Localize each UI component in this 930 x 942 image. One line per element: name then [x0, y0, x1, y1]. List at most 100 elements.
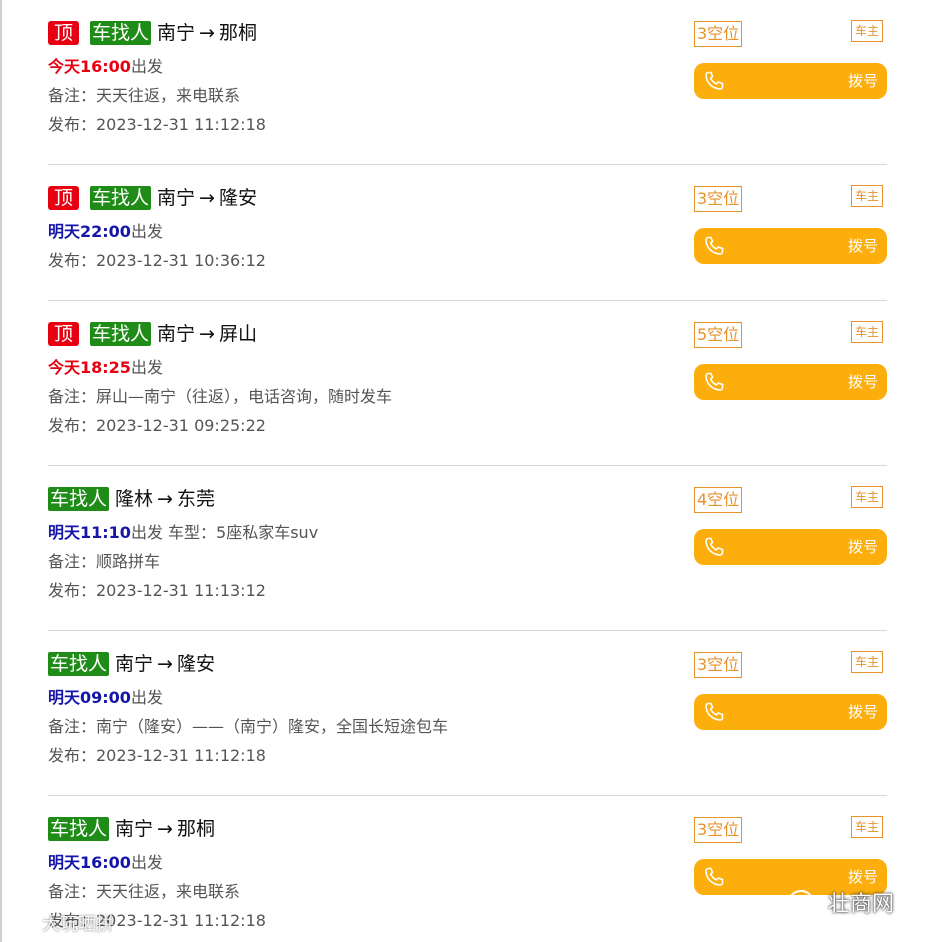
seats-badge: 3空位 [694, 652, 743, 678]
wechat-watermark-text: 壮商网 [828, 892, 895, 917]
seats-badge: 3空位 [694, 186, 743, 212]
departure-line: 明天11:10出发 车型：5座私家车suv [48, 523, 318, 543]
listing-item[interactable]: 顶 车找人 南宁 → 那桐 今天16:00出发 备注：天天往返，来电联系 发布：20… [0, 0, 930, 165]
listing-item[interactable]: 顶 车找人 南宁 → 屏山 今天18:25出发 备注：屏山—南宁（往返），电话咨询，… [0, 301, 930, 466]
route[interactable]: 南宁 → 隆安 [115, 652, 215, 676]
route[interactable]: 南宁 → 屏山 [157, 322, 257, 346]
role-badge: 车主 [851, 321, 884, 343]
route-destination: 东莞 [176, 488, 215, 510]
phone-icon [705, 236, 724, 255]
dial-button[interactable]: 拨号 [694, 529, 887, 565]
dial-button-label: 拨号 [847, 868, 878, 886]
dial-button-label: 拨号 [847, 373, 878, 391]
departure-suffix: 出发 [130, 358, 163, 377]
departure-suffix: 出发 [130, 853, 163, 872]
dial-button-label: 拨号 [847, 237, 878, 255]
role-badge: 车主 [851, 20, 884, 42]
pinned-badge: 顶 [48, 186, 80, 210]
carpool-listing-page: 顶 车找人 南宁 → 那桐 今天16:00出发 备注：天天往返，来电联系 发布：20… [0, 0, 930, 942]
departure-time: 明天09:00 [48, 688, 131, 707]
listing-item[interactable]: 车找人 隆林 → 东莞 明天11:10出发 车型：5座私家车suv 备注：顺路拼车 … [0, 466, 930, 631]
departure-suffix: 出发 [130, 688, 163, 707]
weibo-watermark-text: 大玩晒拼 [42, 914, 114, 935]
listing-type-badge: 车找人 [90, 186, 152, 210]
seats-badge: 4空位 [694, 487, 743, 513]
role-badge: 车主 [851, 185, 884, 207]
departure-suffix: 出发 [130, 222, 163, 241]
listing-type-badge: 车找人 [48, 487, 110, 511]
departure-line: 明天22:00出发 [48, 222, 163, 242]
route-origin: 南宁 [157, 323, 196, 345]
route[interactable]: 南宁 → 那桐 [115, 817, 215, 841]
listing-note: 备注：天天往返，来电联系 [48, 882, 241, 901]
departure-line: 明天09:00出发 [48, 688, 163, 708]
pinned-badge: 顶 [48, 322, 80, 346]
listing-note: 备注：顺路拼车 [48, 552, 161, 571]
listing-type-badge: 车找人 [90, 21, 152, 45]
dial-button[interactable]: 拨号 [694, 63, 887, 99]
route-origin: 南宁 [157, 22, 196, 44]
departure-line: 明天16:00出发 [48, 853, 163, 873]
listing-type-badge: 车找人 [48, 652, 110, 676]
dial-button[interactable]: 拨号 [694, 228, 887, 264]
phone-icon [705, 702, 724, 721]
dial-button[interactable]: 拨号 [694, 694, 887, 730]
arrow-right-icon: → [157, 653, 173, 675]
route[interactable]: 南宁 → 隆安 [157, 186, 257, 210]
listing-item[interactable]: 车找人 南宁 → 隆安 明天09:00出发 备注：南宁（隆安）——（南宁）隆安，全国… [0, 631, 930, 796]
route[interactable]: 隆林 → 东莞 [115, 487, 215, 511]
listing-note: 备注：天天往返，来电联系 [48, 86, 241, 105]
phone-icon [705, 372, 724, 391]
listing-title-line: 车找人 隆林 → 东莞 [48, 486, 215, 512]
departure-line: 今天16:00出发 [48, 57, 163, 77]
published-time: 发布：2023-12-31 11:12:18 [48, 115, 266, 134]
route-destination: 那桐 [218, 22, 257, 44]
dial-button-label: 拨号 [847, 538, 878, 556]
listing-title-line: 顶 车找人 南宁 → 隆安 [48, 185, 257, 211]
departure-time: 明天16:00 [48, 853, 131, 872]
wechat-watermark: 壮商网 [788, 886, 894, 918]
pinned-badge: 顶 [48, 21, 80, 45]
departure-suffix: 出发 [130, 523, 163, 542]
vehicle-info: 车型：5座私家车suv [162, 523, 319, 542]
listing-note: 备注：屏山—南宁（往返），电话咨询，随时发车 [48, 387, 393, 406]
listing-type-badge: 车找人 [48, 817, 110, 841]
route-origin: 南宁 [157, 187, 196, 209]
phone-icon [705, 537, 724, 556]
seats-badge: 5空位 [694, 322, 743, 348]
route-destination: 隆安 [218, 187, 257, 209]
route-origin: 隆林 [115, 488, 154, 510]
departure-time: 今天16:00 [48, 57, 131, 76]
listing-title-line: 车找人 南宁 → 那桐 [48, 816, 215, 842]
listing-type-badge: 车找人 [90, 322, 152, 346]
listing-item[interactable]: 车找人 南宁 → 那桐 明天16:00出发 备注：天天往返，来电联系 发布：2023… [0, 796, 930, 942]
wechat-icon [789, 890, 820, 914]
route-origin: 南宁 [115, 653, 154, 675]
route-destination: 隆安 [176, 653, 215, 675]
departure-time: 今天18:25 [48, 358, 131, 377]
published-time: 发布：2023-12-31 11:13:12 [48, 581, 266, 600]
arrow-right-icon: → [157, 488, 173, 510]
published-time: 发布：2023-12-31 10:36:12 [48, 251, 266, 270]
departure-line: 今天18:25出发 [48, 358, 163, 378]
published-time: 发布：2023-12-31 09:25:22 [48, 416, 266, 435]
dial-button-label: 拨号 [847, 72, 878, 90]
route-destination: 那桐 [176, 818, 215, 840]
arrow-right-icon: → [157, 818, 173, 840]
departure-time: 明天11:10 [48, 523, 131, 542]
departure-suffix: 出发 [130, 57, 163, 76]
listing-note: 备注：南宁（隆安）——（南宁）隆安，全国长短途包车 [48, 717, 449, 736]
listing-title-line: 顶 车找人 南宁 → 那桐 [48, 20, 257, 46]
departure-time: 明天22:00 [48, 222, 131, 241]
dial-button[interactable]: 拨号 [694, 364, 887, 400]
weibo-icon [9, 914, 36, 934]
route[interactable]: 南宁 → 那桐 [157, 21, 257, 45]
route-origin: 南宁 [115, 818, 154, 840]
seats-badge: 3空位 [694, 817, 743, 843]
arrow-right-icon: → [199, 187, 215, 209]
arrow-right-icon: → [199, 22, 215, 44]
role-badge: 车主 [851, 651, 884, 673]
dial-button-label: 拨号 [847, 703, 878, 721]
role-badge: 车主 [851, 816, 884, 838]
seats-badge: 3空位 [694, 21, 743, 47]
